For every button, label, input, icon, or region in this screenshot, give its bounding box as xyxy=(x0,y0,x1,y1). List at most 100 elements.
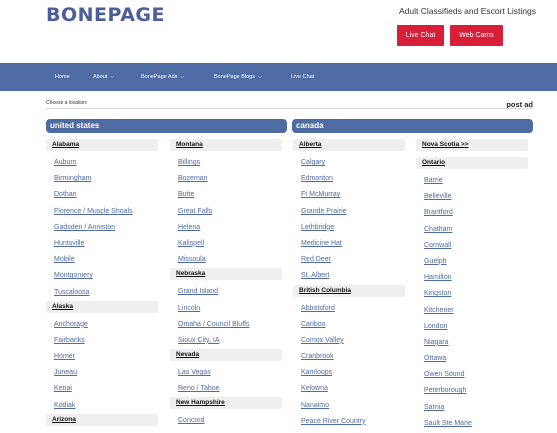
city-link[interactable]: Kelowna xyxy=(293,381,405,397)
nav-home[interactable]: Home xyxy=(55,63,70,91)
city-link[interactable]: Calgary xyxy=(293,155,405,171)
city-link[interactable]: Lincoln xyxy=(170,301,282,317)
city-link[interactable]: Helena xyxy=(170,220,282,236)
nav-bonepage-blogs[interactable]: BonePage Blogs ⌵ xyxy=(214,63,262,91)
city-link[interactable]: Kamloops xyxy=(293,365,405,381)
city-link[interactable]: Brantford xyxy=(416,205,528,221)
city-link[interactable]: Kitchener xyxy=(416,303,528,319)
nav-about-label: About xyxy=(93,74,108,80)
city-link[interactable]: Las Vegas xyxy=(170,365,282,381)
location-column-4: Nova Scotia >> Ontario Barrie Belleville… xyxy=(416,139,528,432)
live-chat-button[interactable]: Live Chat xyxy=(397,25,444,46)
city-link[interactable]: Kalispell xyxy=(170,236,282,252)
city-link[interactable]: Peterborough xyxy=(416,383,528,399)
city-link[interactable]: Omaha / Council Bluffs xyxy=(170,317,282,333)
city-link[interactable]: Sioux City, IA xyxy=(170,333,282,349)
city-link[interactable]: Florence / Muscle Shoals xyxy=(46,204,158,220)
city-link[interactable]: Niagara xyxy=(416,335,528,351)
city-link[interactable]: St. Albert xyxy=(293,268,405,284)
location-column-1: Alabama Auburn Birmingham Dothan Florenc… xyxy=(46,139,158,426)
city-link[interactable]: Abbotsford xyxy=(293,301,405,317)
nav-live-chat-label: Live Chat xyxy=(291,74,315,80)
location-column-2: Montana Billings Bozeman Butte Great Fal… xyxy=(170,139,282,430)
city-link[interactable]: Reno / Tahoe xyxy=(170,381,282,397)
nav-home-label: Home xyxy=(55,74,70,80)
city-link[interactable]: Sault Ste Marie xyxy=(416,416,528,432)
city-link[interactable]: Grande Prairie xyxy=(293,204,405,220)
region-new-hampshire[interactable]: New Hampshire xyxy=(170,397,282,410)
city-link[interactable]: Missoula xyxy=(170,252,282,268)
city-link[interactable]: Butte xyxy=(170,187,282,203)
choose-location-label: Choose a location: xyxy=(46,100,88,106)
nav-blogs-label: BonePage Blogs xyxy=(214,74,255,80)
city-link[interactable]: Comox Valley xyxy=(293,333,405,349)
city-link[interactable]: Great Falls xyxy=(170,204,282,220)
city-link[interactable]: Ft McMurray xyxy=(293,187,405,203)
bonepage-logo[interactable]: BONEPAGE xyxy=(46,4,165,26)
city-link[interactable]: Cariboo xyxy=(293,317,405,333)
city-link[interactable]: Birmingham xyxy=(46,171,158,187)
city-link[interactable]: Guelph xyxy=(416,254,528,270)
city-link[interactable]: London xyxy=(416,319,528,335)
region-alabama[interactable]: Alabama xyxy=(46,139,158,151)
main-navbar: Home About ⌵ BonePage Ads ⌵ BonePage Blogs… xyxy=(0,63,557,91)
city-link[interactable]: Owen Sound xyxy=(416,367,528,383)
city-link[interactable]: Mobile xyxy=(46,252,158,268)
region-nevada[interactable]: Nevada xyxy=(170,349,282,362)
city-link[interactable]: Ottawa xyxy=(416,351,528,367)
city-link[interactable]: Gadsden / Anniston xyxy=(46,220,158,236)
city-link[interactable]: Fairbanks xyxy=(46,333,158,349)
city-link[interactable]: Montgomery xyxy=(46,268,158,284)
city-link[interactable]: Belleville xyxy=(416,189,528,205)
site-header: BONEPAGE Adult Classifieds and Escort Li… xyxy=(0,0,557,63)
region-alberta[interactable]: Alberta xyxy=(293,139,405,151)
city-link[interactable]: Cornwall xyxy=(416,238,528,254)
city-link[interactable]: Lethbridge xyxy=(293,220,405,236)
chevron-down-icon: ⌵ xyxy=(110,74,115,80)
city-link[interactable]: Red Deer xyxy=(293,252,405,268)
city-link[interactable]: Edmonton xyxy=(293,171,405,187)
city-link[interactable]: Dothan xyxy=(46,187,158,203)
chevron-down-icon: ⌵ xyxy=(180,74,185,80)
site-tagline: Adult Classifieds and Escort Listings xyxy=(398,6,536,16)
region-ontario[interactable]: Ontario xyxy=(416,157,528,169)
city-link[interactable]: Kingston xyxy=(416,286,528,302)
city-link[interactable]: Grand Island xyxy=(170,284,282,300)
city-link[interactable]: Kodiak xyxy=(46,398,158,414)
country-united-states[interactable]: united states xyxy=(46,119,287,133)
city-link[interactable]: Billings xyxy=(170,155,282,171)
city-link[interactable]: Sarnia xyxy=(416,400,528,416)
city-link[interactable]: Kenai xyxy=(46,381,158,397)
divider xyxy=(46,108,534,109)
region-nebraska[interactable]: Nebraska xyxy=(170,268,282,281)
location-column-3: Alberta Calgary Edmonton Ft McMurray Gra… xyxy=(293,139,405,430)
city-link[interactable]: Peace River Country xyxy=(293,414,405,430)
region-british-columbia[interactable]: British Columbia xyxy=(293,284,405,297)
country-canada[interactable]: canada xyxy=(292,119,533,133)
web-cams-button[interactable]: Web Cams xyxy=(450,25,503,46)
region-alaska[interactable]: Alaska xyxy=(46,300,158,313)
city-link[interactable]: Auburn xyxy=(46,155,158,171)
city-link[interactable]: Nanaimo xyxy=(293,398,405,414)
region-arizona[interactable]: Arizona xyxy=(46,413,158,426)
city-link[interactable]: Homer xyxy=(46,349,158,365)
city-link[interactable]: Concord xyxy=(170,413,282,429)
city-link[interactable]: Cranbrook xyxy=(293,349,405,365)
city-link[interactable]: Chatham xyxy=(416,222,528,238)
city-link[interactable]: Juneau xyxy=(46,365,158,381)
logo-text: BONEPAGE xyxy=(46,4,165,26)
nav-ads-label: BonePage Ads xyxy=(141,74,178,80)
region-nova-scotia[interactable]: Nova Scotia >> xyxy=(416,139,528,151)
nav-about[interactable]: About ⌵ xyxy=(93,63,114,91)
region-montana[interactable]: Montana xyxy=(170,139,282,151)
city-link[interactable]: Anchorage xyxy=(46,317,158,333)
city-link[interactable]: Tuscaloosa xyxy=(46,285,158,301)
chevron-down-icon: ⌵ xyxy=(257,74,262,80)
nav-live-chat[interactable]: Live Chat xyxy=(291,63,314,91)
city-link[interactable]: Hamilton xyxy=(416,270,528,286)
city-link[interactable]: Huntsville xyxy=(46,236,158,252)
city-link[interactable]: Bozeman xyxy=(170,171,282,187)
nav-bonepage-ads[interactable]: BonePage Ads ⌵ xyxy=(141,63,184,91)
city-link[interactable]: Medicine Hat xyxy=(293,236,405,252)
city-link[interactable]: Barrie xyxy=(416,173,528,189)
